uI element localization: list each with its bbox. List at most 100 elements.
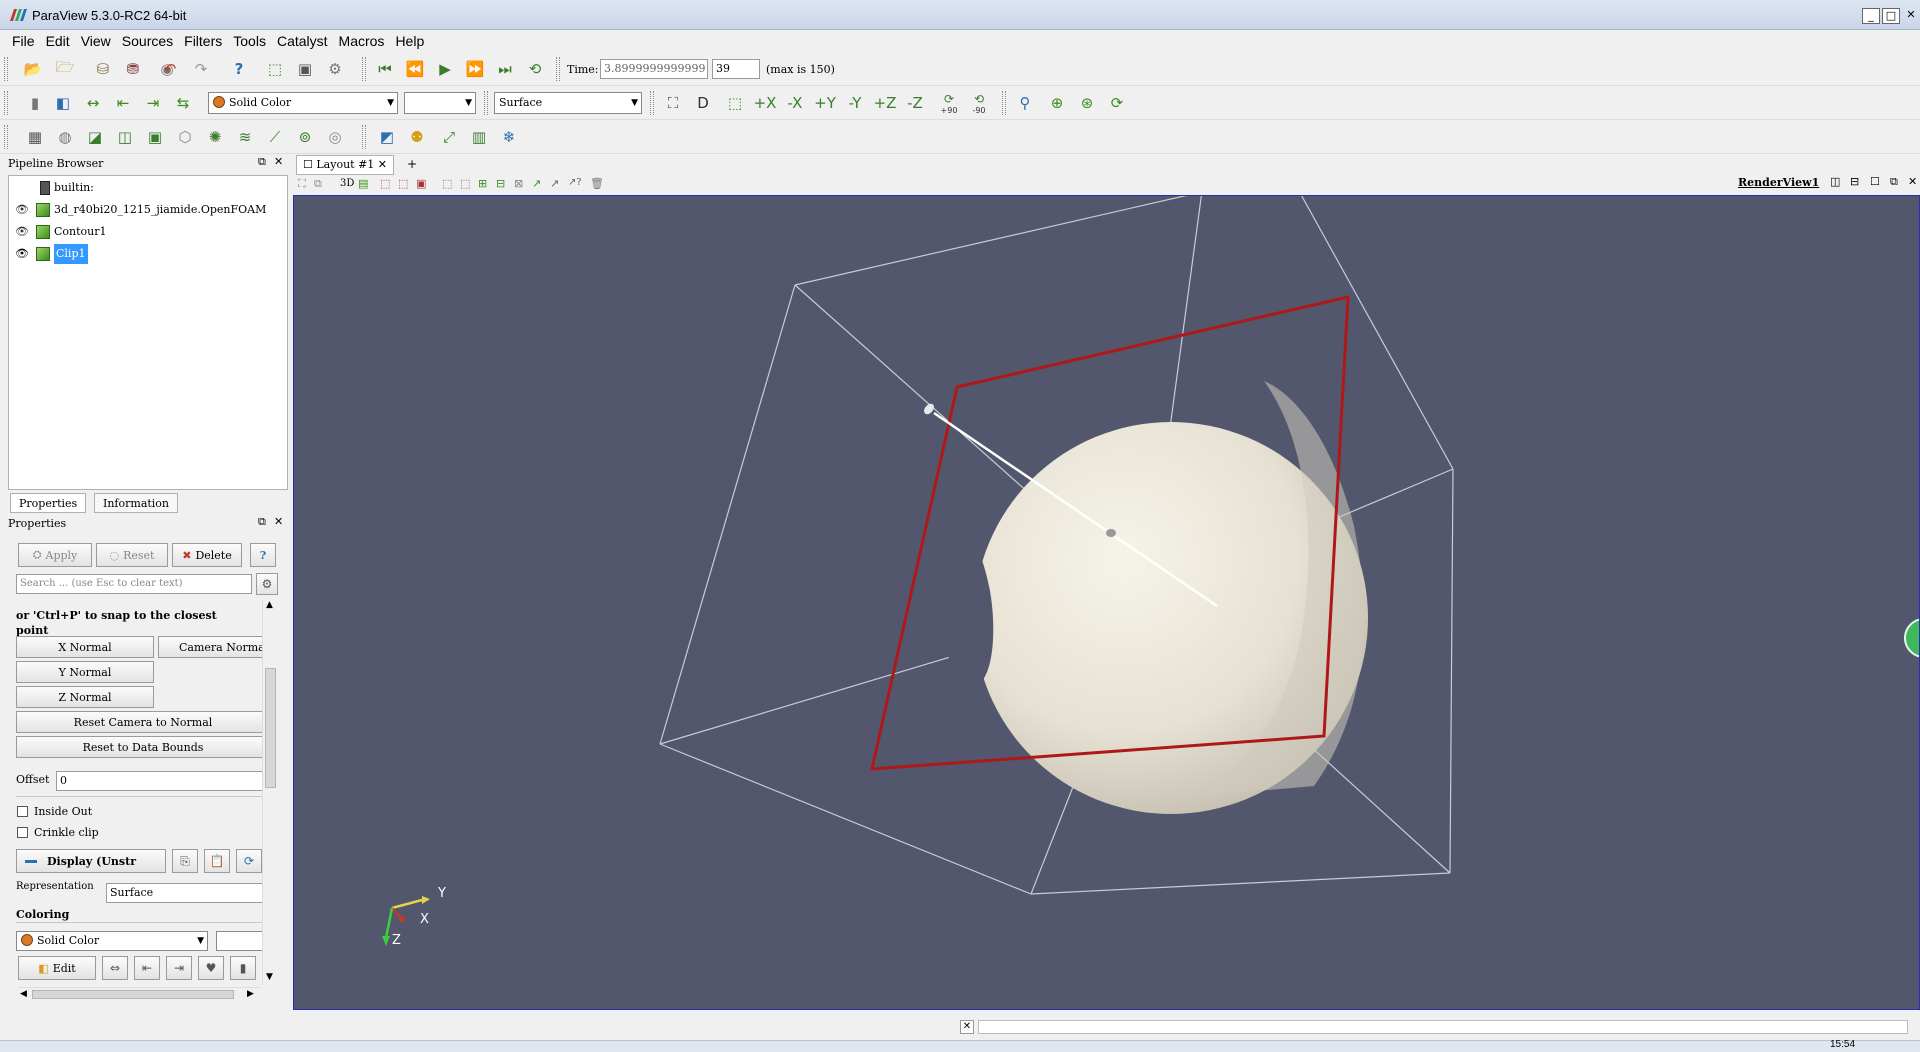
favorites-icon[interactable]: ♥: [198, 956, 224, 980]
z-normal-button[interactable]: Z Normal: [16, 686, 154, 708]
x-normal-button[interactable]: X Normal: [16, 636, 154, 658]
eye-icon[interactable]: 👁: [15, 248, 29, 260]
extract-level-icon[interactable]: ◎: [322, 124, 348, 150]
plot-over-line-icon[interactable]: ⤢: [436, 124, 462, 150]
save-state-icon[interactable]: ⛃: [120, 56, 146, 82]
rescale-temporal-icon[interactable]: ⇥: [140, 90, 166, 116]
glyph-icon[interactable]: ✺: [202, 124, 228, 150]
legend-toggle-icon[interactable]: ▮: [230, 956, 256, 980]
time-step-spinbox[interactable]: 39: [712, 59, 760, 79]
representation-field[interactable]: Surface: [106, 883, 270, 903]
undock-icon[interactable]: ⧉: [258, 515, 266, 529]
rescale-custom-icon[interactable]: ⇤: [110, 90, 136, 116]
contour-icon[interactable]: ◍: [52, 124, 78, 150]
restore-defaults-icon[interactable]: ⟳: [236, 849, 262, 873]
rotate-plus-90-button[interactable]: ⟳ +90: [936, 90, 962, 116]
properties-horizontal-scrollbar[interactable]: ◀ ▶: [18, 987, 260, 1001]
histogram-icon[interactable]: ▥: [466, 124, 492, 150]
properties-scrollbar[interactable]: ▲ ▼: [262, 600, 278, 985]
first-frame-icon[interactable]: ⏮: [372, 56, 398, 82]
rescale-visible-icon[interactable]: ⇆: [170, 90, 196, 116]
play-icon[interactable]: ▶: [432, 56, 458, 82]
offset-field[interactable]: 0: [56, 771, 270, 791]
help-button[interactable]: ?: [250, 543, 276, 567]
recent-files-icon[interactable]: 🗁: [52, 56, 78, 82]
undock-view-icon[interactable]: ⧉: [1890, 175, 1898, 189]
camera-normal-button[interactable]: Camera Normal: [158, 636, 270, 658]
undock-icon[interactable]: ⧉: [258, 155, 266, 169]
toolbar-grip-8[interactable]: [4, 125, 8, 149]
zoom-to-data-icon[interactable]: D: [690, 90, 716, 116]
select-points-icon[interactable]: ⬚: [398, 177, 408, 190]
eye-icon[interactable]: 👁: [15, 226, 29, 238]
pipeline-item-contour1[interactable]: 👁 Contour1: [9, 222, 287, 242]
eye-icon[interactable]: 👁: [15, 204, 29, 216]
display-section-toggle[interactable]: Display (Unstr: [16, 849, 166, 873]
next-frame-icon[interactable]: ⏩: [462, 56, 488, 82]
y-normal-button[interactable]: Y Normal: [16, 661, 154, 683]
scrollbar-thumb[interactable]: [32, 990, 234, 999]
crinkle-clip-checkbox[interactable]: [17, 827, 28, 838]
add-layout-tab-button[interactable]: +: [402, 155, 422, 175]
capture-icon[interactable]: ⛶: [298, 177, 306, 191]
view-minus-x-icon[interactable]: -X: [782, 90, 808, 116]
close-panel-icon[interactable]: ✕: [274, 515, 283, 528]
edit-color-map-icon[interactable]: ◧: [50, 90, 76, 116]
rescale-range-icon[interactable]: ⇔: [102, 956, 128, 980]
rescale-range-icon[interactable]: ↔: [80, 90, 106, 116]
menu-sources[interactable]: Sources: [122, 33, 173, 49]
tab-information[interactable]: Information: [94, 493, 179, 513]
show-center-icon[interactable]: ⊛: [1074, 90, 1100, 116]
find-data-icon[interactable]: ⚉: [404, 124, 430, 150]
load-state-icon[interactable]: ⛁: [90, 56, 116, 82]
properties-search-input[interactable]: Search ... (use Esc to clear text): [16, 574, 252, 594]
rescale-custom-icon[interactable]: ⇤: [134, 956, 160, 980]
threshold-icon[interactable]: ▣: [142, 124, 168, 150]
clear-selection-icon[interactable]: 🗑: [590, 177, 604, 190]
center-axes-icon[interactable]: ⚲: [1012, 90, 1038, 116]
loop-icon[interactable]: ⟲: [522, 56, 548, 82]
menu-filters[interactable]: Filters: [184, 33, 222, 49]
scroll-up-icon[interactable]: ▲: [266, 600, 273, 610]
selection-display-icon[interactable]: ◩: [374, 124, 400, 150]
toolbar-grip-3[interactable]: [556, 57, 560, 81]
pipeline-item-openfoam[interactable]: 👁 3d_r40bi20_1215_jiamide.OpenFOAM: [9, 200, 287, 220]
rescale-temporal-icon[interactable]: ⇥: [166, 956, 192, 980]
coloring-field-select[interactable]: Solid Color ▼: [16, 931, 208, 951]
close-panel-icon[interactable]: ✕: [274, 155, 283, 168]
coloring-select[interactable]: Solid Color ▼: [208, 92, 398, 114]
component-select[interactable]: ▼: [404, 92, 476, 114]
group-datasets-icon[interactable]: ⊚: [292, 124, 318, 150]
maximize-view-icon[interactable]: ☐: [1870, 175, 1880, 188]
camera-undo-icon[interactable]: ▤: [358, 177, 368, 190]
pipeline-item-clip1[interactable]: 👁 Clip1: [9, 244, 287, 264]
extract-subset-icon[interactable]: ⬡: [172, 124, 198, 150]
maximize-button[interactable]: □: [1882, 8, 1900, 24]
time-value-field[interactable]: 3.8999999999999: [600, 59, 708, 79]
close-window-button[interactable]: ✕: [1902, 8, 1920, 24]
close-status-icon[interactable]: ✕: [960, 1020, 974, 1034]
zoom-to-box-icon[interactable]: ⬚: [722, 90, 748, 116]
menu-view[interactable]: View: [81, 33, 111, 49]
split-vertical-icon[interactable]: ⊟: [1850, 175, 1859, 188]
grow-selection-icon[interactable]: ⊞: [478, 177, 487, 190]
toolbar-grip-6[interactable]: [650, 91, 654, 115]
open-icon[interactable]: 📂: [20, 56, 46, 82]
toggle-3d-button[interactable]: 3D: [340, 178, 354, 189]
menu-tools[interactable]: Tools: [233, 33, 266, 49]
select-frustum-icon[interactable]: ▣: [416, 177, 426, 190]
copy-icon[interactable]: ⎘: [172, 849, 198, 873]
clip-icon[interactable]: ◪: [82, 124, 108, 150]
toolbar-grip-9[interactable]: [362, 125, 366, 149]
close-view-icon[interactable]: ✕: [1908, 175, 1917, 188]
minimize-button[interactable]: _: [1862, 8, 1880, 24]
last-frame-icon[interactable]: ⏭: [492, 56, 518, 82]
undo-icon[interactable]: ↶: [157, 56, 183, 82]
reset-button[interactable]: ◌ Reset: [96, 543, 168, 567]
select-cells-icon[interactable]: ⬚: [380, 177, 390, 190]
previous-frame-icon[interactable]: ⏪: [402, 56, 428, 82]
view-minus-z-icon[interactable]: -Z: [902, 90, 928, 116]
hover-cells-icon[interactable]: ↗: [550, 177, 559, 190]
hover-tooltip-icon[interactable]: ↗?: [568, 177, 582, 188]
menu-file[interactable]: File: [12, 33, 35, 49]
